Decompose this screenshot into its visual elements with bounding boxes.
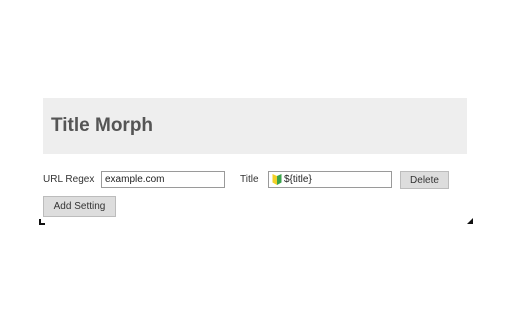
url-regex-label: URL Regex <box>43 174 95 185</box>
title-label: Title <box>240 174 259 185</box>
url-regex-input[interactable] <box>101 171 225 188</box>
resize-corner-right-icon[interactable] <box>467 218 473 224</box>
page-title: Title Morph <box>51 115 154 136</box>
delete-button[interactable]: Delete <box>400 171 449 189</box>
options-page: Title Morph URL Regex Title Delete Add S… <box>43 98 467 217</box>
add-setting-button[interactable]: Add Setting <box>43 196 116 217</box>
setting-row: URL Regex Title Delete <box>43 171 467 191</box>
title-field[interactable] <box>268 171 392 188</box>
title-input[interactable] <box>282 174 384 185</box>
beginner-mark-icon <box>272 174 282 185</box>
page-header: Title Morph <box>43 98 467 154</box>
resize-corner-left-icon <box>39 219 45 225</box>
